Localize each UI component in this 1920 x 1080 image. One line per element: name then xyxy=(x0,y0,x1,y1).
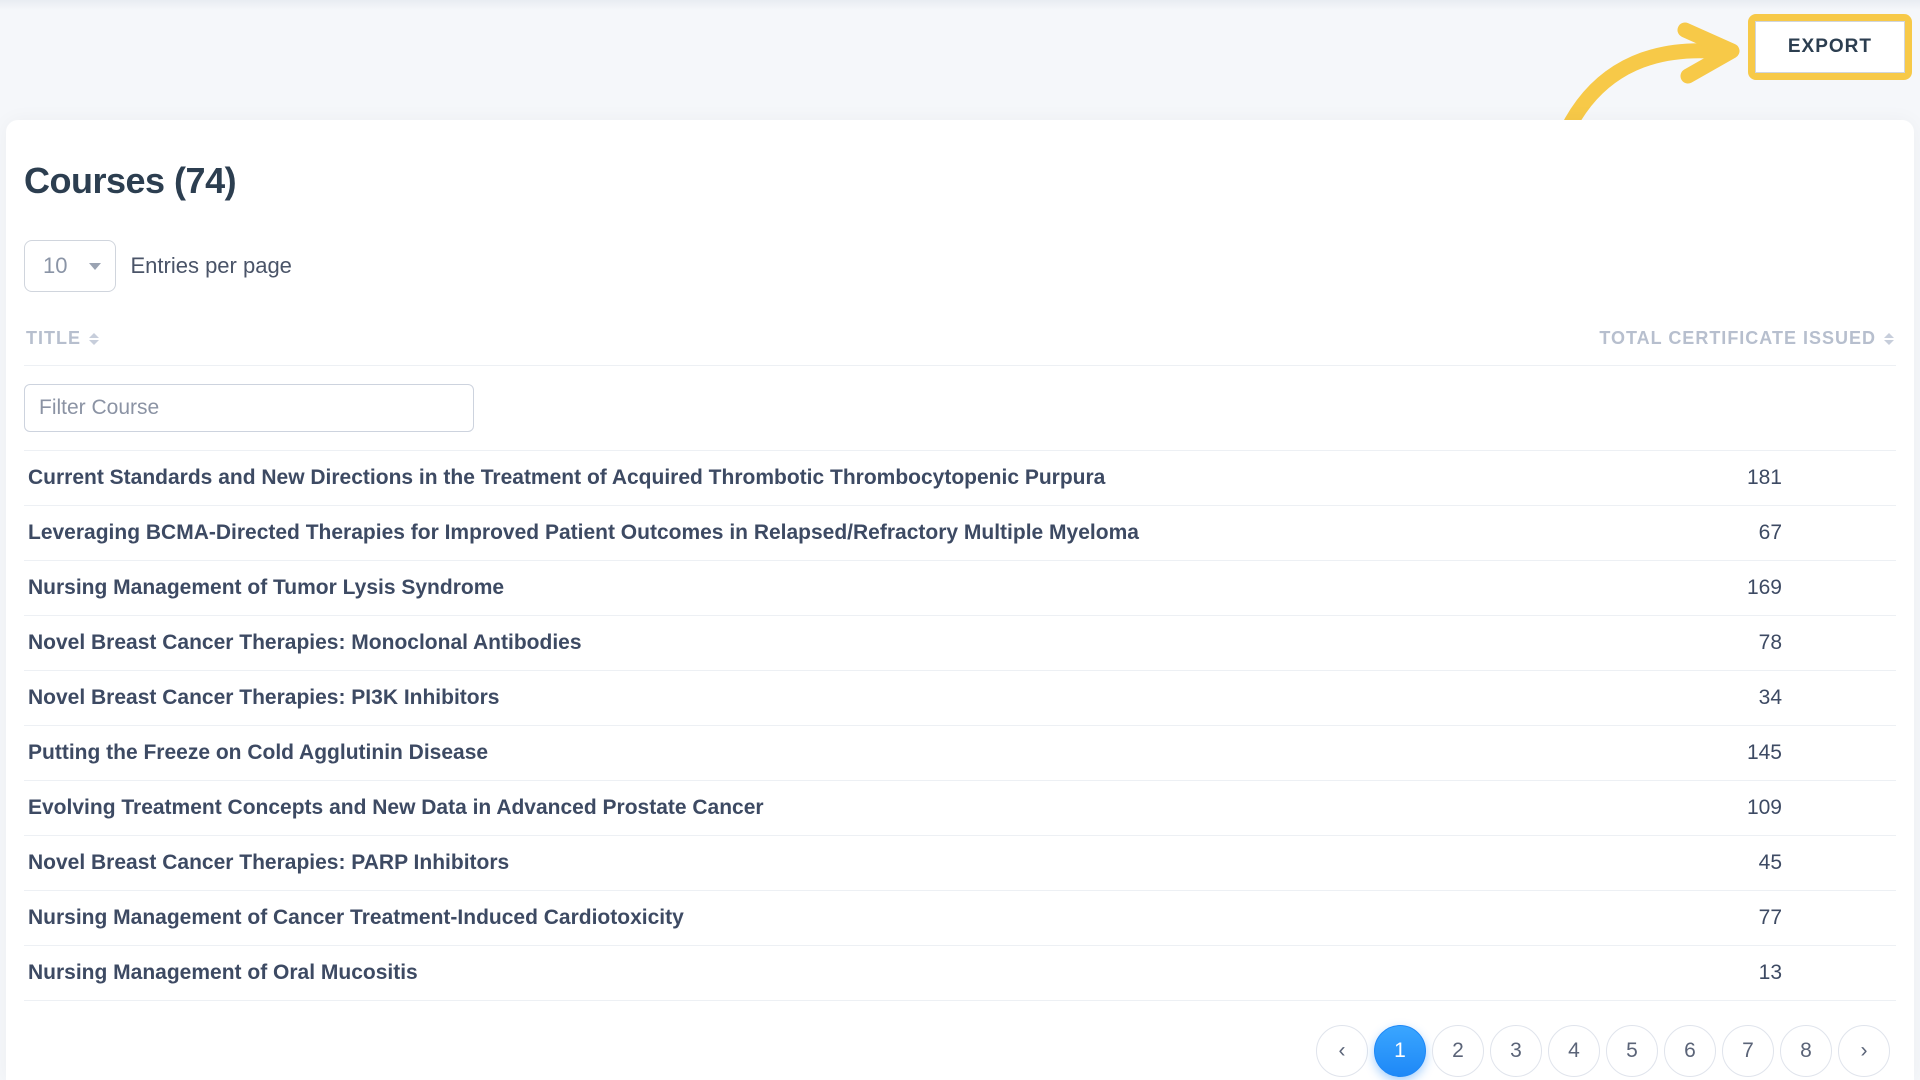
table-row[interactable]: Nursing Management of Tumor Lysis Syndro… xyxy=(24,561,1896,616)
row-count: 13 xyxy=(1759,961,1892,985)
row-title: Novel Breast Cancer Therapies: PARP Inhi… xyxy=(28,851,509,875)
pagination: ‹12345678› xyxy=(24,1025,1896,1077)
row-title: Novel Breast Cancer Therapies: Monoclona… xyxy=(28,631,582,655)
row-count: 109 xyxy=(1747,796,1892,820)
entries-value: 10 xyxy=(43,253,67,279)
table-body: Current Standards and New Directions in … xyxy=(24,451,1896,1001)
pagination-page-4[interactable]: 4 xyxy=(1548,1025,1600,1077)
export-button[interactable]: EXPORT xyxy=(1755,21,1905,73)
pagination-page-6[interactable]: 6 xyxy=(1664,1025,1716,1077)
pagination-page-3[interactable]: 3 xyxy=(1490,1025,1542,1077)
courses-card: Courses (74) 10 Entries per page TITLE T… xyxy=(6,120,1914,1080)
row-title: Evolving Treatment Concepts and New Data… xyxy=(28,796,764,820)
row-count: 145 xyxy=(1747,741,1892,765)
filter-course-input[interactable] xyxy=(24,384,474,432)
row-count: 67 xyxy=(1759,521,1892,545)
table-row[interactable]: Novel Breast Cancer Therapies: Monoclona… xyxy=(24,616,1896,671)
row-title: Putting the Freeze on Cold Agglutinin Di… xyxy=(28,741,488,765)
chevron-down-icon xyxy=(89,263,101,270)
column-title-text: TITLE xyxy=(26,328,81,349)
row-title: Current Standards and New Directions in … xyxy=(28,466,1105,490)
row-title: Nursing Management of Oral Mucositis xyxy=(28,961,418,985)
table-header: TITLE TOTAL CERTIFICATE ISSUED xyxy=(24,322,1896,366)
table-row[interactable]: Nursing Management of Oral Mucositis 13 xyxy=(24,946,1896,1001)
pagination-page-5[interactable]: 5 xyxy=(1606,1025,1658,1077)
page-title: Courses (74) xyxy=(24,160,1896,202)
row-title: Leveraging BCMA-Directed Therapies for I… xyxy=(28,521,1139,545)
column-count-text: TOTAL CERTIFICATE ISSUED xyxy=(1599,328,1876,349)
filter-row xyxy=(24,366,1896,451)
table-row[interactable]: Novel Breast Cancer Therapies: PI3K Inhi… xyxy=(24,671,1896,726)
row-count: 45 xyxy=(1759,851,1892,875)
column-header-count[interactable]: TOTAL CERTIFICATE ISSUED xyxy=(1599,328,1894,349)
row-title: Novel Breast Cancer Therapies: PI3K Inhi… xyxy=(28,686,499,710)
pagination-page-1[interactable]: 1 xyxy=(1374,1025,1426,1077)
pagination-page-8[interactable]: 8 xyxy=(1780,1025,1832,1077)
entries-per-page-control: 10 Entries per page xyxy=(24,240,1896,292)
row-count: 77 xyxy=(1759,906,1892,930)
column-header-title[interactable]: TITLE xyxy=(26,328,99,349)
export-highlight: EXPORT xyxy=(1748,14,1912,80)
table-row[interactable]: Nursing Management of Cancer Treatment-I… xyxy=(24,891,1896,946)
pagination-prev[interactable]: ‹ xyxy=(1316,1025,1368,1077)
entries-select[interactable]: 10 xyxy=(24,240,116,292)
row-title: Nursing Management of Cancer Treatment-I… xyxy=(28,906,684,930)
pagination-next[interactable]: › xyxy=(1838,1025,1890,1077)
sort-icon xyxy=(1884,333,1894,345)
row-count: 181 xyxy=(1747,466,1892,490)
table-row[interactable]: Current Standards and New Directions in … xyxy=(24,451,1896,506)
table-row[interactable]: Leveraging BCMA-Directed Therapies for I… xyxy=(24,506,1896,561)
row-title: Nursing Management of Tumor Lysis Syndro… xyxy=(28,576,504,600)
sort-icon xyxy=(89,333,99,345)
table-row[interactable]: Putting the Freeze on Cold Agglutinin Di… xyxy=(24,726,1896,781)
header-strip xyxy=(0,0,1920,10)
row-count: 169 xyxy=(1747,576,1892,600)
pagination-page-2[interactable]: 2 xyxy=(1432,1025,1484,1077)
row-count: 34 xyxy=(1759,686,1892,710)
table-row[interactable]: Evolving Treatment Concepts and New Data… xyxy=(24,781,1896,836)
entries-label: Entries per page xyxy=(130,253,291,279)
pagination-page-7[interactable]: 7 xyxy=(1722,1025,1774,1077)
row-count: 78 xyxy=(1759,631,1892,655)
table-row[interactable]: Novel Breast Cancer Therapies: PARP Inhi… xyxy=(24,836,1896,891)
